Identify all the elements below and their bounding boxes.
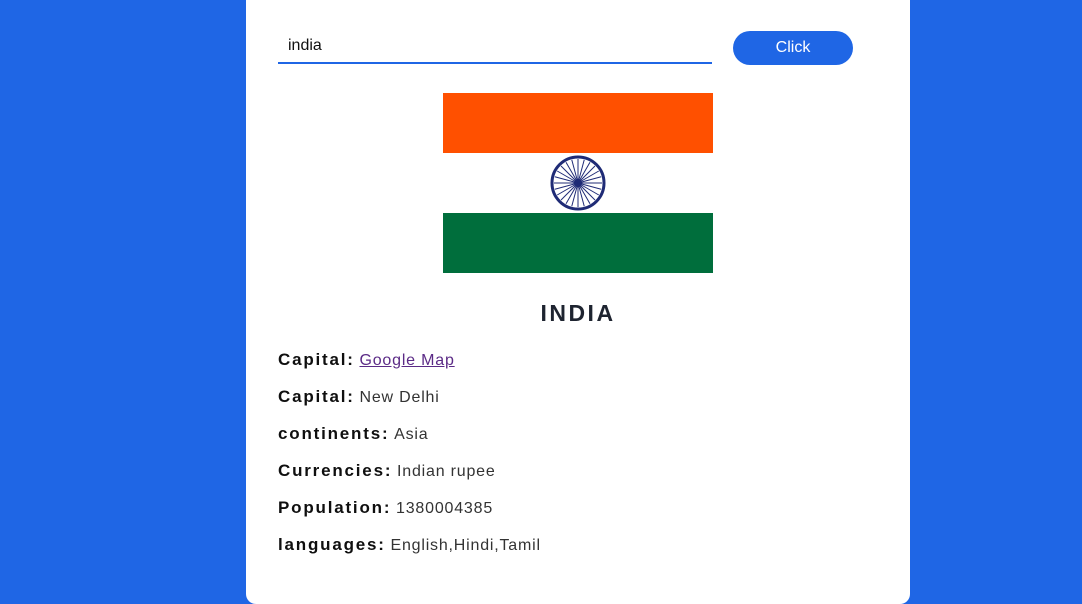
detail-label: languages: [278,535,386,554]
click-button[interactable]: Click [733,31,853,65]
detail-label: Currencies: [278,461,393,480]
detail-label: continents: [278,424,390,443]
detail-label: Capital: [278,387,355,406]
ashoka-chakra-icon [550,155,606,211]
india-flag-image [443,93,713,273]
detail-row-population: Population: 1380004385 [278,496,878,533]
detail-row-capital: Capital: New Delhi [278,385,878,422]
detail-value: 1380004385 [396,500,494,517]
detail-row-continents: continents: Asia [278,422,878,459]
detail-label: Capital: [278,350,355,369]
detail-value: Indian rupee [397,463,496,480]
detail-row-capital-map: Capital: Google Map [278,348,878,385]
detail-row-currencies: Currencies: Indian rupee [278,459,878,496]
country-details: Capital: Google Map Capital: New Delhi c… [278,348,878,570]
detail-label: Population: [278,498,392,517]
country-card: Click INDIA Capital: Google Map Capital:… [246,0,910,604]
detail-value: Asia [394,426,429,443]
detail-value: English,Hindi,Tamil [390,537,541,554]
flag-green-band [443,213,713,273]
country-name-heading: INDIA [540,300,616,326]
flag-saffron-band [443,93,713,153]
detail-value: New Delhi [359,389,440,406]
detail-row-languages: languages: English,Hindi,Tamil [278,533,878,570]
google-map-link[interactable]: Google Map [359,352,454,369]
search-row: Click [278,30,853,66]
search-input[interactable] [278,30,712,64]
